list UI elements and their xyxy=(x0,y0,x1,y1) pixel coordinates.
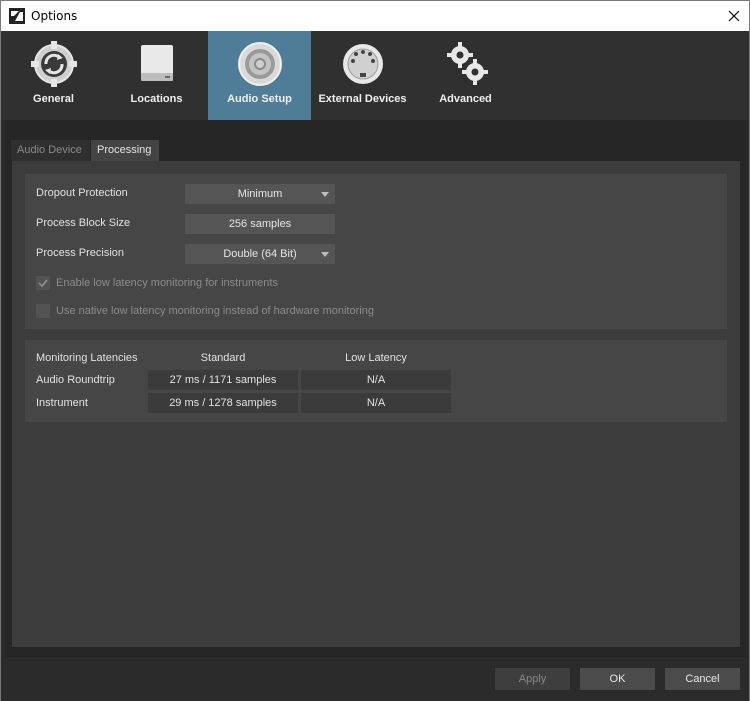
category-bar: General Locations Audio Setup External D… xyxy=(1,31,749,120)
category-label: Audio Setup xyxy=(227,93,292,105)
drive-icon xyxy=(140,45,173,81)
window-title: Options xyxy=(31,9,78,23)
low-latency-instruments-checkbox[interactable] xyxy=(36,276,50,290)
chevron-down-icon xyxy=(321,252,329,257)
standard-column-header: Standard xyxy=(200,352,246,364)
monitoring-latencies-header: Monitoring Latencies xyxy=(36,352,138,364)
sync-gear-icon xyxy=(30,41,77,87)
audio-roundtrip-low-value: N/A xyxy=(301,370,451,390)
instrument-label: Instrument xyxy=(36,397,88,409)
midi-connector-icon xyxy=(342,44,383,84)
category-label: External Devices xyxy=(318,93,407,105)
low-latency-column-header: Low Latency xyxy=(345,352,407,364)
cancel-button[interactable]: Cancel xyxy=(665,668,740,690)
low-latency-instruments-label: Enable low latency monitoring for instru… xyxy=(56,277,278,289)
checkmark-icon xyxy=(38,279,48,288)
process-block-size-field[interactable]: 256 samples xyxy=(185,214,335,234)
category-general[interactable]: General xyxy=(2,31,105,120)
native-low-latency-checkbox[interactable] xyxy=(36,304,50,318)
close-button[interactable] xyxy=(719,1,749,31)
category-label: Advanced xyxy=(439,93,492,105)
process-block-size-value: 256 samples xyxy=(228,218,292,230)
process-precision-label: Process Precision xyxy=(36,247,125,259)
dropout-protection-select[interactable]: Minimum xyxy=(185,184,335,204)
options-window: Options General Locations Audio Setup Ex… xyxy=(0,0,750,701)
audio-roundtrip-label: Audio Roundtrip xyxy=(36,374,115,386)
gears-icon xyxy=(446,42,488,85)
process-precision-value: Double (64 Bit) xyxy=(223,248,297,260)
category-locations[interactable]: Locations xyxy=(105,31,208,120)
dropout-protection-label: Dropout Protection xyxy=(36,187,128,199)
native-low-latency-label: Use native low latency monitoring instea… xyxy=(56,305,374,317)
instrument-standard-value: 29 ms / 1278 samples xyxy=(148,393,298,413)
category-advanced[interactable]: Advanced xyxy=(414,31,517,120)
category-label: General xyxy=(33,93,74,105)
ok-button[interactable]: OK xyxy=(580,668,655,690)
close-icon xyxy=(728,10,740,22)
process-precision-select[interactable]: Double (64 Bit) xyxy=(185,244,335,264)
instrument-low-value: N/A xyxy=(301,393,451,413)
speaker-icon xyxy=(237,42,282,86)
audio-roundtrip-standard-value: 27 ms / 1171 samples xyxy=(148,370,298,390)
tab-audio-device[interactable]: Audio Device xyxy=(11,140,90,161)
process-block-size-label: Process Block Size xyxy=(36,217,131,229)
category-audio-setup[interactable]: Audio Setup xyxy=(208,31,311,120)
app-logo-icon xyxy=(9,8,25,24)
dropout-protection-value: Minimum xyxy=(237,188,283,200)
apply-button[interactable]: Apply xyxy=(495,668,570,690)
category-label: Locations xyxy=(130,93,183,105)
tab-processing[interactable]: Processing xyxy=(91,140,159,161)
chevron-down-icon xyxy=(321,192,329,197)
category-external-devices[interactable]: External Devices xyxy=(311,31,414,120)
title-bar: Options xyxy=(1,1,749,31)
